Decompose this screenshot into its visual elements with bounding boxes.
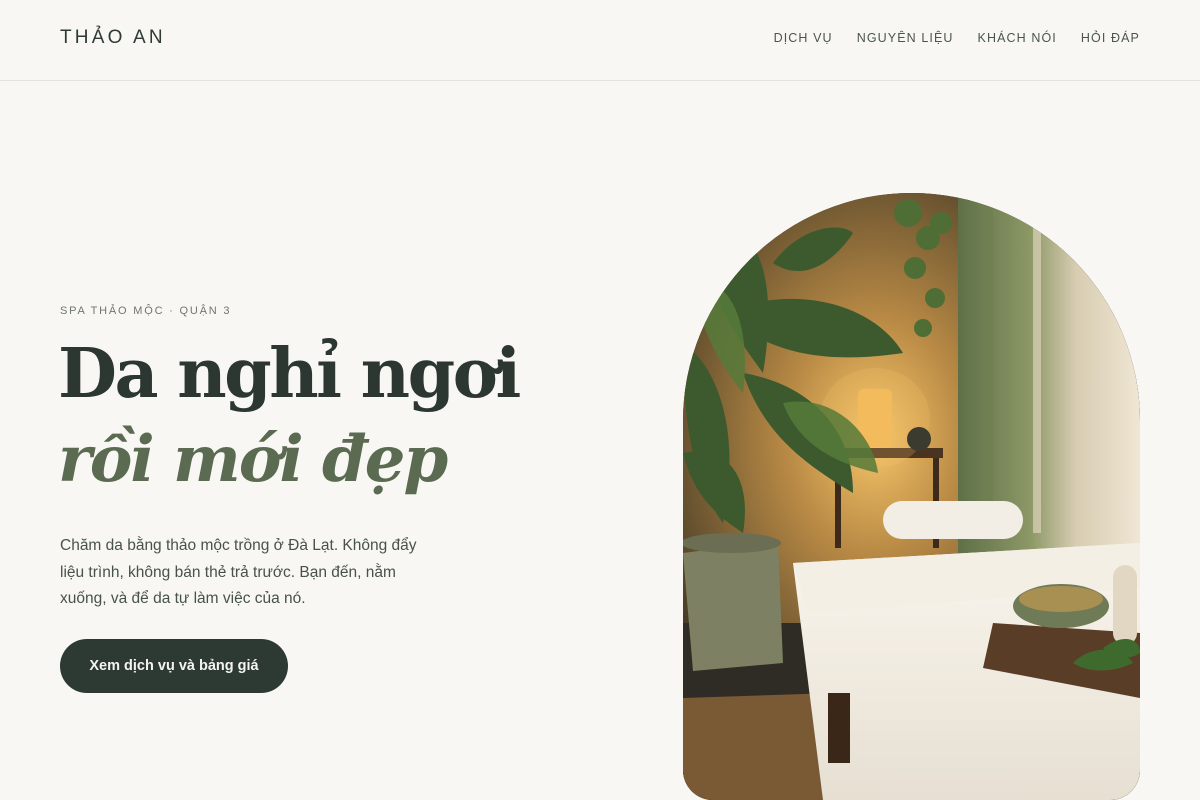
nav-item-testimonials[interactable]: KHÁCH NÓI [978, 31, 1057, 45]
hero-headline: Da nghỉ ngơi rồi mới đẹp [58, 334, 521, 497]
nav-item-ingredients[interactable]: NGUYÊN LIỆU [857, 31, 954, 45]
main-nav: DỊCH VỤ NGUYÊN LIỆU KHÁCH NÓI HỎI ĐÁP [774, 31, 1140, 45]
brand-logo[interactable]: THẢO AN [60, 27, 166, 49]
nav-item-faq[interactable]: HỎI ĐÁP [1081, 31, 1140, 45]
spa-room-illustration [683, 193, 1140, 800]
site-header: THẢO AN DỊCH VỤ NGUYÊN LIỆU KHÁCH NÓI HỎ… [0, 0, 1200, 81]
hero-photo-spa-room [683, 193, 1140, 800]
view-services-button[interactable]: Xem dịch vụ và bảng giá [60, 639, 288, 693]
nav-item-services[interactable]: DỊCH VỤ [774, 31, 833, 45]
hero-intro: Chăm da bằng thảo mộc trồng ở Đà Lạt. Kh… [60, 537, 417, 607]
headline-line-2: rồi mới đẹp [58, 422, 448, 497]
hero-eyebrow: SPA THẢO MỘC · QUẬN 3 [60, 305, 232, 317]
headline-line-1: Da nghỉ ngơi [58, 334, 521, 414]
